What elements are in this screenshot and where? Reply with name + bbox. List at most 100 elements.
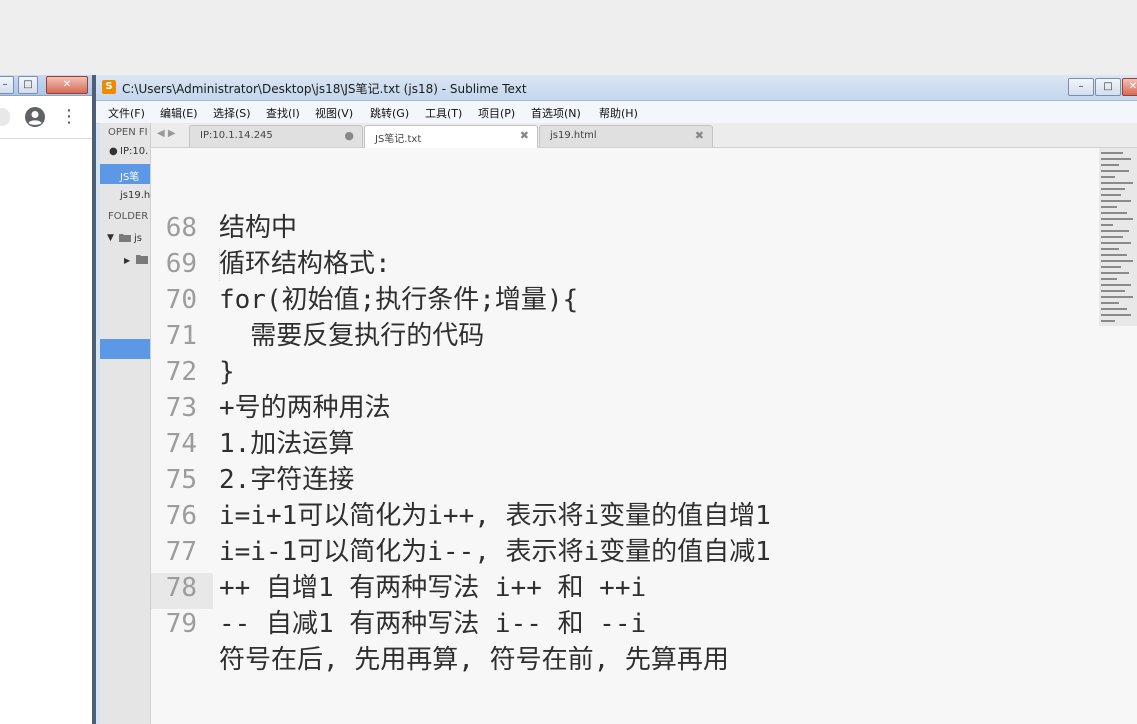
code-line: 75 i=i+1可以简化为i++, 表示将i变量的值自增1 [151,426,1097,531]
code-line: 73 1.加法运算 [151,354,1097,459]
open-file-item-active[interactable]: JS笔 [100,164,150,184]
minimap-line [1101,278,1117,280]
close-button[interactable]: ✕ [46,76,88,94]
minimap-line [1101,188,1125,190]
code-editor[interactable]: 结构中 68 循环结构格式: 69 for(初始值;执行条件;增量){ 70 需… [151,148,1097,724]
tab-close-icon[interactable]: ✖ [520,129,529,142]
menu-bar: 文件(F) 编辑(E) 选择(S) 查找(I) 视图(V) 跳转(G) 工具(T… [96,101,1137,124]
code-line: 74 2.字符连接 [151,390,1097,495]
menu-preferences[interactable]: 首选项(N) [531,105,581,121]
account-icon[interactable] [24,106,46,128]
minimap-line [1101,230,1129,232]
folder-item[interactable]: ▼ js [100,229,150,249]
open-file-label: JS笔 [120,172,140,183]
tab-js19[interactable]: js19.html ✖ [539,125,713,147]
minimap-line [1101,236,1123,238]
minimap-line [1101,242,1131,244]
minimap-line [1101,152,1123,154]
code-line: 69 for(初始值;执行条件;增量){ [151,210,1097,315]
folder-label: js [134,233,142,244]
tab-close-icon[interactable]: ✖ [695,129,704,142]
tab-ip-file[interactable]: IP:10.1.14.245 ● [189,125,363,147]
sublime-app-icon: S [102,80,116,94]
minimap-line [1101,284,1131,286]
minimap-line [1101,308,1127,310]
minimap-line [1101,272,1129,274]
browser-toolbar: ⋮ [0,96,92,139]
sidebar-selection-bar [100,339,150,359]
menu-goto[interactable]: 跳转(G) [370,105,409,121]
folder-open-icon [119,233,131,245]
sublime-minimize-button[interactable]: – [1068,78,1094,96]
minimap-line [1101,290,1125,292]
subfolder-item[interactable]: ▶ [100,251,150,271]
code-line: 78 -- 自减1 有两种写法 i-- 和 --i [151,534,1097,639]
menu-find[interactable]: 查找(I) [266,105,300,121]
minimap-line [1101,218,1133,220]
code-line-current: 79 符号在后, 先用再算, 符号在前, 先算再用 [151,570,1097,675]
collapse-arrow-icon: ▶ [124,256,131,265]
menu-selection[interactable]: 选择(S) [213,105,251,121]
minimap-line [1101,158,1131,160]
code-line: 70 需要反复执行的代码 [151,246,1097,351]
open-file-item[interactable]: js19.h [100,186,150,206]
menu-tools[interactable]: 工具(T) [425,105,462,121]
sublime-maximize-button[interactable]: □ [1095,78,1121,96]
folders-header: FOLDER [108,211,149,222]
code-line: 68 循环结构格式: [151,174,1097,279]
minimap-line [1101,164,1119,166]
minimap-line [1101,314,1131,316]
expand-arrow-icon: ▼ [107,233,114,243]
minimap-line [1101,266,1121,268]
sublime-close-button[interactable]: ✕ [1122,78,1137,96]
window-title: C:\Users\Administrator\Desktop\js18\JS笔记… [122,82,527,96]
minimap-line [1101,260,1133,262]
code-line: 77 ++ 自增1 有两种写法 i++ 和 ++i [151,498,1097,603]
code-line: 76 i=i-1可以简化为i--, 表示将i变量的值自减1 [151,462,1097,567]
code-line: 结构中 [151,148,1097,243]
menu-view[interactable]: 视图(V) [315,105,353,121]
minimap-line [1101,224,1113,226]
minimap-line [1101,248,1119,250]
more-menu-icon[interactable]: ⋮ [60,106,78,128]
minimap-line [1101,176,1115,178]
line-text: -- 自减1 有两种写法 i-- 和 --i [219,609,647,639]
open-file-item[interactable]: ● IP:10. [100,142,150,162]
menu-help[interactable]: 帮助(H) [599,105,638,121]
tab-label: js19.html [550,130,597,141]
minimap-line [1101,212,1127,214]
minimap-line [1101,194,1121,196]
maximize-button[interactable]: □ [18,76,38,94]
minimap-line [1101,200,1131,202]
sidebar: OPEN FI ● IP:10. JS笔 js19.h FOLDER ▼ js … [100,123,151,724]
desktop-background [0,0,1137,75]
tab-label: IP:10.1.14.245 [200,130,273,141]
browser-window: – □ ✕ ⋮ [0,75,92,724]
minimap[interactable] [1097,148,1137,724]
tab-label: JS笔记.txt [375,134,422,145]
minimap-line [1101,296,1133,298]
tab-nav-arrows-icon[interactable]: ◀ ▶ [157,128,176,139]
folder-icon [136,255,148,267]
open-file-label: IP:10. [120,146,149,157]
minimap-line [1101,254,1127,256]
sublime-titlebar: S C:\Users\Administrator\Desktop\js18\JS… [96,75,1137,101]
tab-js-notes[interactable]: JS笔记.txt ✖ [364,125,538,148]
code-line: 71 } [151,282,1097,387]
minimize-button[interactable]: – [0,76,14,94]
dirty-dot-icon: ● [109,146,118,157]
minimap-line [1101,320,1115,322]
open-files-header: OPEN FI [108,127,148,138]
line-number: 79 [165,609,197,639]
menu-edit[interactable]: 编辑(E) [160,105,198,121]
minimap-line [1101,182,1133,184]
browser-titlebar: – □ ✕ [0,75,92,96]
back-button[interactable] [0,108,10,126]
unsaved-dot-icon[interactable]: ● [344,129,354,142]
menu-project[interactable]: 项目(P) [478,105,515,121]
line-text: 符号在后, 先用再算, 符号在前, 先算再用 [219,645,729,675]
tab-bar: ◀ ▶ IP:10.1.14.245 ● JS笔记.txt ✖ js19.htm… [151,123,1137,148]
open-file-label: js19.h [120,190,151,201]
menu-file[interactable]: 文件(F) [108,105,145,121]
sublime-window: S C:\Users\Administrator\Desktop\js18\JS… [96,75,1137,724]
